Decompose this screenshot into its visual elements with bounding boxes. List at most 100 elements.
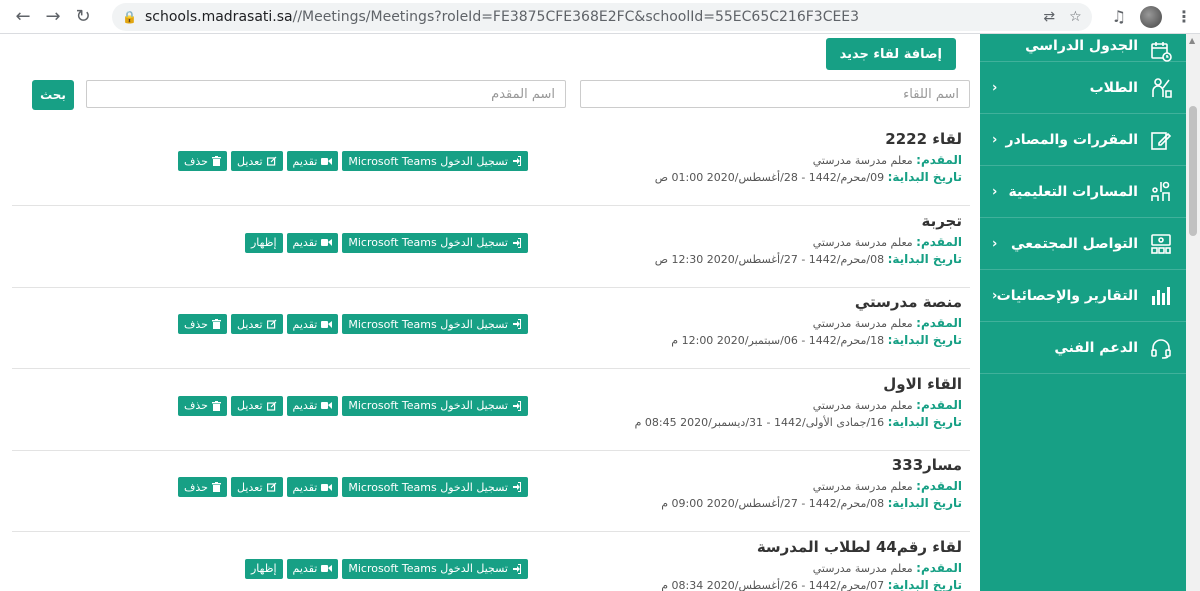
video-camera-icon — [321, 320, 333, 329]
bookmark-star-icon[interactable]: ☆ — [1069, 9, 1082, 25]
action-label: تسجيل الدخول Microsoft Teams — [348, 480, 508, 494]
meeting-actions: تسجيل الدخول Microsoft Teams تقديم إظهار — [245, 558, 528, 579]
chevron-left-icon: ‹ — [992, 80, 998, 95]
edit-button[interactable]: تعديل — [230, 151, 283, 171]
start-label: تاريخ البداية: — [887, 577, 962, 591]
edit-button[interactable]: تعديل — [230, 395, 283, 416]
pencil-square-icon — [266, 319, 277, 329]
present-button[interactable]: تقديم — [286, 395, 339, 416]
classroom-icon — [1148, 179, 1174, 205]
forward-icon[interactable]: → — [38, 2, 68, 32]
meeting-actions: تسجيل الدخول Microsoft Teams تقديم تعديل حذ… — [178, 314, 528, 334]
sign-in-icon — [512, 482, 522, 492]
delete-button[interactable]: حذف — [178, 477, 227, 497]
meeting-presenter: المقدم: معلم مدرسة مدرستي — [813, 479, 962, 493]
translate-icon[interactable]: ⇄ — [1043, 9, 1055, 25]
sidebar-item-6[interactable]: الدعم الفني — [980, 322, 1186, 374]
meeting-presenter: المقدم: معلم مدرسة مدرستي — [813, 235, 962, 249]
trash-icon — [211, 400, 221, 411]
browser-toolbar: ← → ↻ 🔒 schools.madrasati.sa//Meetings/M… — [0, 0, 1200, 34]
start-value: 07/محرم/1442 - 26/أغسطس/2020 08:34 م — [661, 578, 885, 591]
start-label: تاريخ البداية: — [887, 170, 962, 184]
meeting-title[interactable]: منصة مدرستي — [855, 293, 962, 311]
teams-login-button[interactable]: تسجيل الدخول Microsoft Teams — [342, 395, 528, 416]
start-value: 18/محرم/1442 - 06/سبتمبر/2020 12:00 م — [671, 334, 885, 347]
trash-icon — [211, 156, 221, 166]
teams-login-button[interactable]: تسجيل الدخول Microsoft Teams — [342, 151, 528, 171]
meeting-title[interactable]: لقاء 2222 — [885, 130, 962, 148]
edit-button[interactable]: تعديل — [230, 477, 283, 497]
action-label: تسجيل الدخول Microsoft Teams — [348, 317, 508, 331]
scroll-up-icon[interactable]: ▲ — [1189, 36, 1195, 45]
scrollbar-thumb[interactable] — [1189, 106, 1197, 236]
meeting-title[interactable]: مسار333 — [892, 456, 962, 474]
delete-button[interactable]: حذف — [178, 395, 227, 416]
sidebar-item-3[interactable]: المسارات التعليمية ‹ — [980, 166, 1186, 218]
sign-in-icon — [512, 156, 522, 166]
meetings-main: إضافة لقاء جديد اسم اللقاء اسم المقدم بح… — [10, 34, 970, 591]
more-menu-icon[interactable]: ⋮ — [1176, 7, 1192, 26]
meeting-title[interactable]: تجربة — [921, 212, 962, 230]
add-meeting-button[interactable]: إضافة لقاء جديد — [825, 38, 956, 70]
edit-button[interactable]: تعديل — [230, 314, 283, 334]
sidebar-item-4[interactable]: التواصل المجتمعي ‹ — [980, 218, 1186, 270]
meeting-start: تاريخ البداية: 08/محرم/1442 - 27/أغسطس/2… — [655, 252, 962, 266]
teams-login-button[interactable]: تسجيل الدخول Microsoft Teams — [342, 232, 528, 253]
meeting-name-input[interactable]: اسم اللقاء — [580, 80, 970, 108]
sidebar-item-label: التواصل المجتمعي — [1011, 235, 1138, 252]
video-camera-icon — [321, 401, 333, 410]
teams-login-button[interactable]: تسجيل الدخول Microsoft Teams — [342, 314, 528, 334]
sidebar-item-label: المقررات والمصادر — [1005, 131, 1138, 148]
presenter-label: المقدم: — [916, 316, 962, 330]
meeting-start: تاريخ البداية: 09/محرم/1442 - 28/أغسطس/2… — [655, 170, 962, 184]
meeting-row: لقاء رقم44 لطلاب المدرسة المقدم: معلم مدر… — [12, 532, 970, 591]
sidebar-item-0[interactable]: الجدول الدراسي — [980, 34, 1186, 62]
sidebar-item-2[interactable]: المقررات والمصادر ‹ — [980, 114, 1186, 166]
meeting-title[interactable]: لقاء رقم44 لطلاب المدرسة — [757, 538, 962, 556]
meeting-title[interactable]: القاء الاول — [883, 375, 962, 393]
media-control-icon[interactable]: ♫ — [1112, 7, 1126, 26]
start-label: تاريخ البداية: — [887, 251, 962, 266]
action-label: تقديم — [292, 154, 318, 168]
teams-login-button[interactable]: تسجيل الدخول Microsoft Teams — [342, 477, 528, 497]
pencil-square-icon — [266, 156, 277, 166]
back-icon[interactable]: ← — [8, 2, 38, 32]
present-button[interactable]: تقديم — [286, 151, 339, 171]
present-button[interactable]: تقديم — [286, 232, 339, 253]
sidebar-item-1[interactable]: الطلاب ‹ — [980, 62, 1186, 114]
meeting-start: تاريخ البداية: 08/محرم/1442 - 27/أغسطس/2… — [661, 496, 962, 510]
meeting-actions: تسجيل الدخول Microsoft Teams تقديم تعديل حذ… — [178, 395, 528, 416]
meeting-presenter: المقدم: معلم مدرسة مدرستي — [813, 561, 962, 575]
meeting-start: تاريخ البداية: 16/جمادى الأولى/1442 - 31… — [635, 415, 962, 429]
meeting-row: لقاء 2222 المقدم: معلم مدرسة مدرستي تاريخ … — [12, 124, 970, 206]
sign-in-icon — [512, 237, 522, 248]
address-bar[interactable]: 🔒 schools.madrasati.sa//Meetings/Meeting… — [112, 2, 1092, 31]
show-button[interactable]: إظهار — [245, 232, 283, 253]
url-host: schools.madrasati.sa — [144, 8, 293, 25]
show-button[interactable]: إظهار — [245, 558, 283, 579]
meeting-row: تجربة المقدم: معلم مدرسة مدرستي تاريخ البد… — [12, 206, 970, 288]
present-button[interactable]: تقديم — [286, 314, 339, 334]
presenter-value: معلم مدرسة مدرستي — [812, 235, 913, 249]
present-button[interactable]: تقديم — [286, 477, 339, 497]
presenter-value: معلم مدرسة مدرستي — [812, 154, 913, 167]
sidebar-item-5[interactable]: التقارير والإحصائيات ‹ — [980, 270, 1186, 322]
delete-button[interactable]: حذف — [178, 151, 227, 171]
community-icon — [1148, 231, 1174, 257]
action-label: حذف — [184, 480, 208, 494]
trash-icon — [211, 482, 221, 492]
sidebar-item-label: المسارات التعليمية — [1008, 183, 1138, 200]
action-label: تسجيل الدخول Microsoft Teams — [348, 399, 508, 412]
chevron-left-icon: ‹ — [992, 132, 998, 147]
reload-icon[interactable]: ↻ — [68, 2, 98, 32]
page-scrollbar[interactable]: ▲ — [1186, 34, 1200, 591]
present-button[interactable]: تقديم — [286, 558, 339, 579]
search-button[interactable]: بحث — [32, 80, 74, 110]
teams-login-button[interactable]: تسجيل الدخول Microsoft Teams — [342, 558, 528, 579]
presenter-name-input[interactable]: اسم المقدم — [86, 80, 566, 108]
start-label: تاريخ البداية: — [887, 496, 962, 510]
action-label: تعديل — [236, 154, 263, 168]
profile-avatar[interactable] — [1140, 5, 1162, 28]
pencil-square-icon — [266, 401, 277, 411]
delete-button[interactable]: حذف — [178, 314, 227, 334]
